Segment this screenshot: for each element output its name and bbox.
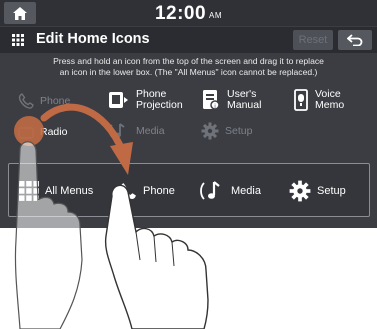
grid-item-media[interactable]: Media <box>108 122 165 140</box>
reset-button[interactable]: Reset <box>293 30 333 50</box>
media-icon <box>108 123 125 138</box>
gear-icon <box>289 180 311 202</box>
grid-item-label: Radio <box>40 125 68 138</box>
lower-dock-box: All Menus Phone Media Setup <box>8 163 370 217</box>
phone-icon <box>18 93 34 109</box>
head-unit-screen: 12:00 AM Edit Home Icons Reset Press and … <box>0 0 377 228</box>
page-title: Edit Home Icons <box>36 31 150 47</box>
grid-item-phone[interactable]: Phone <box>18 93 70 109</box>
voice-memo-line2: Memo <box>315 99 345 111</box>
instructions-text: Press and hold an icon from the top of t… <box>0 56 377 78</box>
svg-text:i: i <box>214 104 215 110</box>
title-bar: Edit Home Icons Reset <box>0 27 377 53</box>
grid-item-label: User's Manual <box>227 89 261 111</box>
dock-label-all-menus: All Menus <box>45 185 94 197</box>
dock-label-media: Media <box>231 185 261 197</box>
clock-time: 12:00 <box>154 3 207 24</box>
gear-icon <box>201 122 219 140</box>
grid-item-label: Setup <box>225 124 253 137</box>
back-arrow-icon <box>347 34 363 46</box>
dock-item-media[interactable]: Media <box>199 164 261 218</box>
grid-menu-icon <box>12 34 24 46</box>
voice-memo-icon <box>294 89 308 111</box>
dock-label-phone: Phone <box>143 185 175 197</box>
phone-icon <box>120 183 136 199</box>
manual-icon: i <box>203 90 220 110</box>
radio-icon <box>18 127 34 139</box>
grid-item-phone-projection[interactable]: Phone Projection <box>108 89 183 111</box>
dock-item-phone[interactable]: Phone <box>119 164 175 218</box>
grid-item-setup[interactable]: Setup <box>201 122 252 140</box>
dock-item-setup[interactable]: Setup <box>289 164 346 218</box>
clock-ampm: AM <box>209 11 223 20</box>
media-icon <box>200 181 220 200</box>
grid-item-label: Phone Projection <box>136 89 183 111</box>
instructions-line-1: Press and hold an icon from the top of t… <box>53 56 324 66</box>
clock: 12:00 AM <box>0 3 377 25</box>
dock-item-all-menus[interactable]: All Menus <box>19 164 93 218</box>
manual-line2: Manual <box>227 99 262 111</box>
instructions-line-2: an icon in the lower box. (The "All Menu… <box>59 67 318 77</box>
status-bar: 12:00 AM <box>0 0 377 26</box>
back-button[interactable] <box>338 30 372 50</box>
all-menus-icon <box>19 181 39 201</box>
phone-projection-icon <box>109 92 128 108</box>
grid-item-voice-memo[interactable]: Voice Memo <box>293 89 344 111</box>
phone-projection-line2: Projection <box>136 99 183 111</box>
grid-item-label: Phone <box>40 94 71 107</box>
grid-item-label: Media <box>136 124 165 137</box>
grid-item-label: Voice Memo <box>315 89 344 111</box>
grid-item-radio[interactable]: Radio <box>18 124 67 140</box>
dock-label-setup: Setup <box>317 185 346 197</box>
grid-item-users-manual[interactable]: i User's Manual <box>201 89 261 111</box>
